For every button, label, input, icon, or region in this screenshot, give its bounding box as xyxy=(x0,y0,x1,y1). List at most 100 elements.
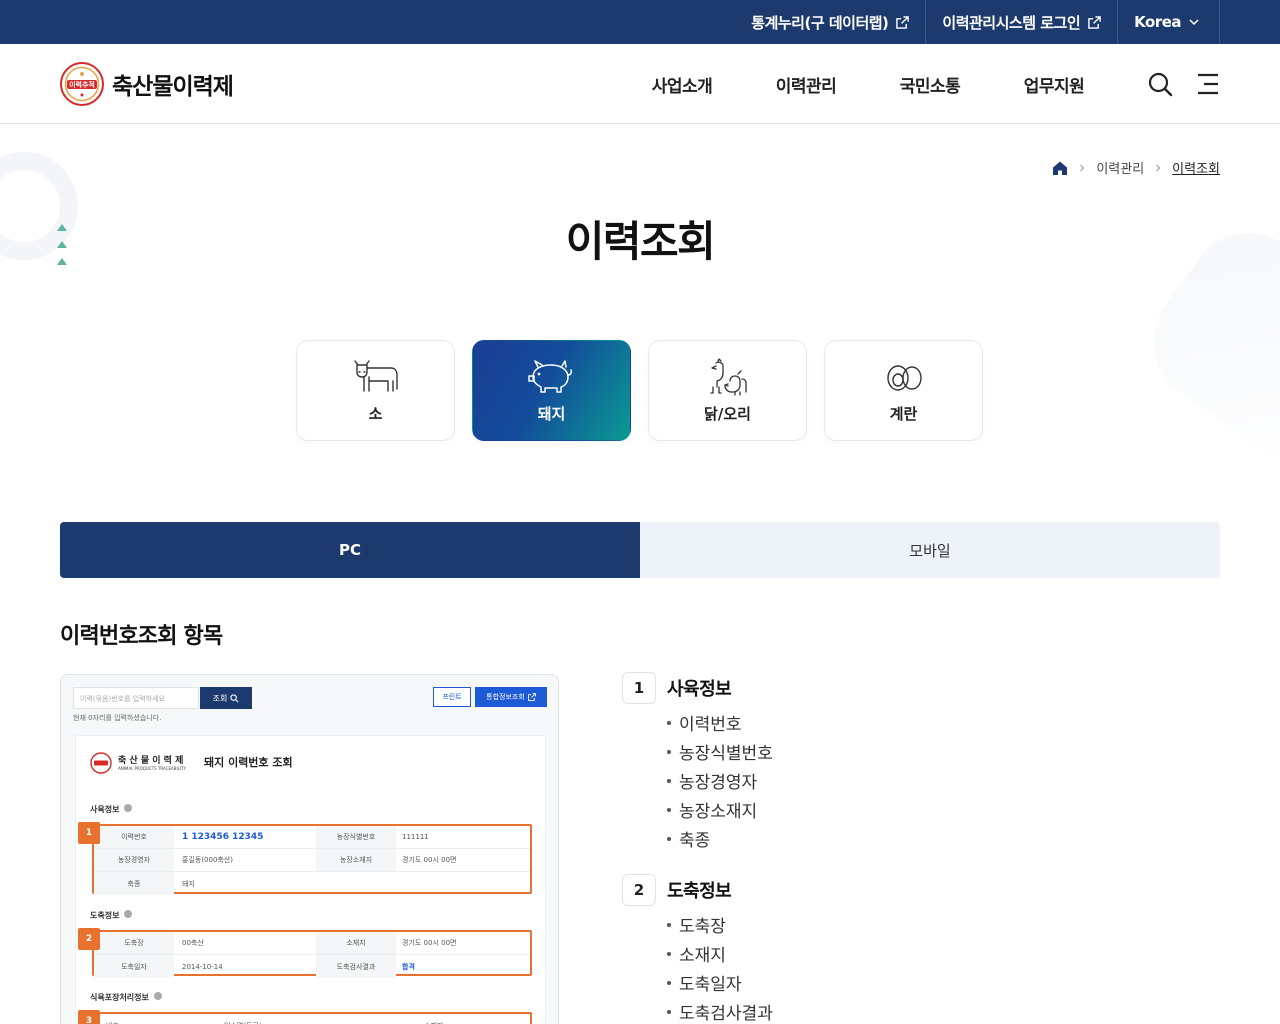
top-utility-links: 통계누리(구 데이터랩) 이력관리시스템 로그인 Korea xyxy=(735,0,1220,44)
nav-item-communication[interactable]: 국민소통 xyxy=(868,44,992,124)
preview-value: 돼지 xyxy=(182,879,195,888)
preview-section-title: 도축정보 xyxy=(90,910,133,921)
preview-key: 번호 xyxy=(106,1014,119,1024)
list-item: 축종 xyxy=(622,824,773,853)
preview-brand-sub: ANIMAL PRODUCTS TRACEABILITY xyxy=(118,766,186,771)
info-icon xyxy=(153,992,162,1000)
table-row: 번호 업소명(등급) 소재지 xyxy=(94,1014,530,1024)
preview-value: 00축산 xyxy=(182,939,204,947)
preview-key: 축종 xyxy=(94,872,174,895)
preview-badge-1: 1 xyxy=(78,822,100,844)
item-list: 도축장 소재지 도축일자 도축검사결과 xyxy=(622,910,773,1024)
nav-item-about[interactable]: 사업소개 xyxy=(620,44,744,124)
table-row: 도축장 00축산 소재지 경기도 00시 00면 xyxy=(94,932,530,955)
preview-key: 도축검사결과 xyxy=(316,955,396,978)
nav-item-business-support[interactable]: 업무지원 xyxy=(992,44,1116,124)
animal-card-pig[interactable]: 돼지 xyxy=(472,340,631,441)
list-item-label: 농장식별번호 xyxy=(679,744,773,764)
pig-icon xyxy=(527,360,572,393)
preview-badge-3: 3 xyxy=(78,1010,100,1024)
language-select-label: Korea xyxy=(1134,13,1181,31)
traceability-seal-icon xyxy=(90,752,112,774)
animal-card-cow[interactable]: 소 xyxy=(296,340,455,441)
tab-mobile[interactable]: 모바일 xyxy=(640,522,1220,578)
item-number-badge: 2 xyxy=(622,874,656,906)
info-icon xyxy=(124,910,133,918)
list-item: 농장경영자 xyxy=(622,766,773,795)
breadcrumb-current[interactable]: 이력조회 xyxy=(1172,158,1220,177)
list-item: 도축일자 xyxy=(622,968,773,997)
preview-key: 소재지 xyxy=(316,932,396,954)
language-select[interactable]: Korea xyxy=(1117,0,1220,44)
page-title: 이력조회 xyxy=(565,217,716,266)
preview-box-slaughter: 도축장 00축산 소재지 경기도 00시 00면 도축일자 2014-10-14… xyxy=(92,930,532,978)
device-tabs: PC 모바일 xyxy=(60,522,1220,578)
preview-value: 2014-10-14 xyxy=(182,962,223,971)
animal-selector: 소 돼지 닭/오리 계란 xyxy=(296,340,983,441)
item-group-header: 2 도축정보 xyxy=(622,874,773,906)
logo-text: 축산물이력제 xyxy=(112,74,234,100)
item-number-badge: 1 xyxy=(622,672,656,704)
section-title: 이력번호조회 항목 xyxy=(60,624,223,649)
list-item-label: 축종 xyxy=(679,831,711,851)
animal-card-egg[interactable]: 계란 xyxy=(824,340,983,441)
item-list: 이력번호 농장식별번호 농장경영자 농장소재지 축종 xyxy=(622,708,773,853)
list-item-label: 농장소재지 xyxy=(679,802,758,822)
preview-box-breeding: 이력번호 1 123456 12345 농장식별번호 111111 농장경영자 … xyxy=(92,824,532,895)
chevron-down-icon xyxy=(1189,19,1199,26)
list-item: 도축장 xyxy=(622,910,773,939)
preview-box-packaging: 번호 업소명(등급) 소재지 xyxy=(92,1012,532,1024)
preview-value: 경기도 00시 00면 xyxy=(402,856,457,864)
preview-section-label: 사육정보 xyxy=(90,805,120,814)
breadcrumb-chevron-icon xyxy=(1156,164,1161,171)
search-icon[interactable] xyxy=(1146,70,1174,98)
table-row: 농장경영자 홍길동(000축산) 농장소재지 경기도 00시 00면 xyxy=(94,849,530,872)
list-item-label: 도축검사결과 xyxy=(679,1004,773,1024)
preview-result-sheet: 축 산 물 이 력 제 ANIMAL PRODUCTS TRACEABILITY… xyxy=(75,735,546,1024)
statistics-link[interactable]: 통계누리(구 데이터랩) xyxy=(735,0,925,44)
global-nav: 사업소개 이력관리 국민소통 업무지원 xyxy=(620,44,1116,124)
preview-print-button: 프린트 xyxy=(433,687,471,707)
external-link-icon xyxy=(896,15,910,29)
breadcrumb-item[interactable]: 이력관리 xyxy=(1096,158,1144,177)
preview-section-label: 식육포장처리정보 xyxy=(90,993,149,1002)
preview-integrated-label: 통합정보조회 xyxy=(486,693,525,701)
preview-key: 소재지 xyxy=(424,1014,443,1024)
breadcrumb: 이력관리 이력조회 xyxy=(1052,158,1220,177)
animal-label-egg: 계란 xyxy=(889,405,918,423)
preview-key: 농장경영자 xyxy=(94,849,174,871)
preview-key: 농장식별번호 xyxy=(316,826,396,848)
preview-key: 이력번호 xyxy=(94,826,174,848)
item-group-slaughter: 2 도축정보 도축장 소재지 도축일자 도축검사결과 xyxy=(622,874,773,1024)
nav-item-trace-management[interactable]: 이력관리 xyxy=(744,44,868,124)
list-item-label: 이력번호 xyxy=(679,715,742,735)
preview-search-button: 조회 xyxy=(200,687,252,709)
preview-heading: 돼지 이력번호 조회 xyxy=(204,756,293,769)
system-login-link[interactable]: 이력관리시스템 로그인 xyxy=(925,0,1117,44)
preview-brand: 축 산 물 이 력 제 xyxy=(118,756,184,766)
preview-value: 1 123456 12345 xyxy=(182,832,264,842)
animal-card-chicken-duck[interactable]: 닭/오리 xyxy=(648,340,807,441)
preview-key: 농장소재지 xyxy=(316,849,396,871)
list-item-label: 도축장 xyxy=(679,917,726,937)
list-item: 이력번호 xyxy=(622,708,773,737)
list-item-label: 소재지 xyxy=(679,946,726,966)
home-icon[interactable] xyxy=(1052,160,1068,176)
preview-key: 도축일자 xyxy=(94,955,174,978)
preview-key: 업소명(등급) xyxy=(224,1014,262,1024)
preview-badge-2: 2 xyxy=(78,928,100,950)
item-group-breeding: 1 사육정보 이력번호 농장식별번호 농장경영자 농장소재지 축종 xyxy=(622,672,773,853)
list-item-label: 도축일자 xyxy=(679,975,742,995)
hamburger-menu-icon[interactable] xyxy=(1194,70,1222,98)
egg-icon xyxy=(886,365,922,391)
preview-hint: 현재 0자리를 입력하셨습니다. xyxy=(73,714,162,722)
list-item: 농장소재지 xyxy=(622,795,773,824)
list-item-label: 농장경영자 xyxy=(679,773,758,793)
trace-lookup-preview: 이력(묶음)번호를 입력하세요 조회 현재 0자리를 입력하셨습니다. 프린트 … xyxy=(60,674,559,1024)
preview-value: 합격 xyxy=(402,962,415,971)
list-item: 소재지 xyxy=(622,939,773,968)
animal-label-chicken-duck: 닭/오리 xyxy=(704,405,751,423)
external-link-icon xyxy=(1088,15,1101,29)
site-logo[interactable]: 이력추적 축산물이력제 xyxy=(60,62,234,106)
tab-pc[interactable]: PC xyxy=(60,522,640,578)
